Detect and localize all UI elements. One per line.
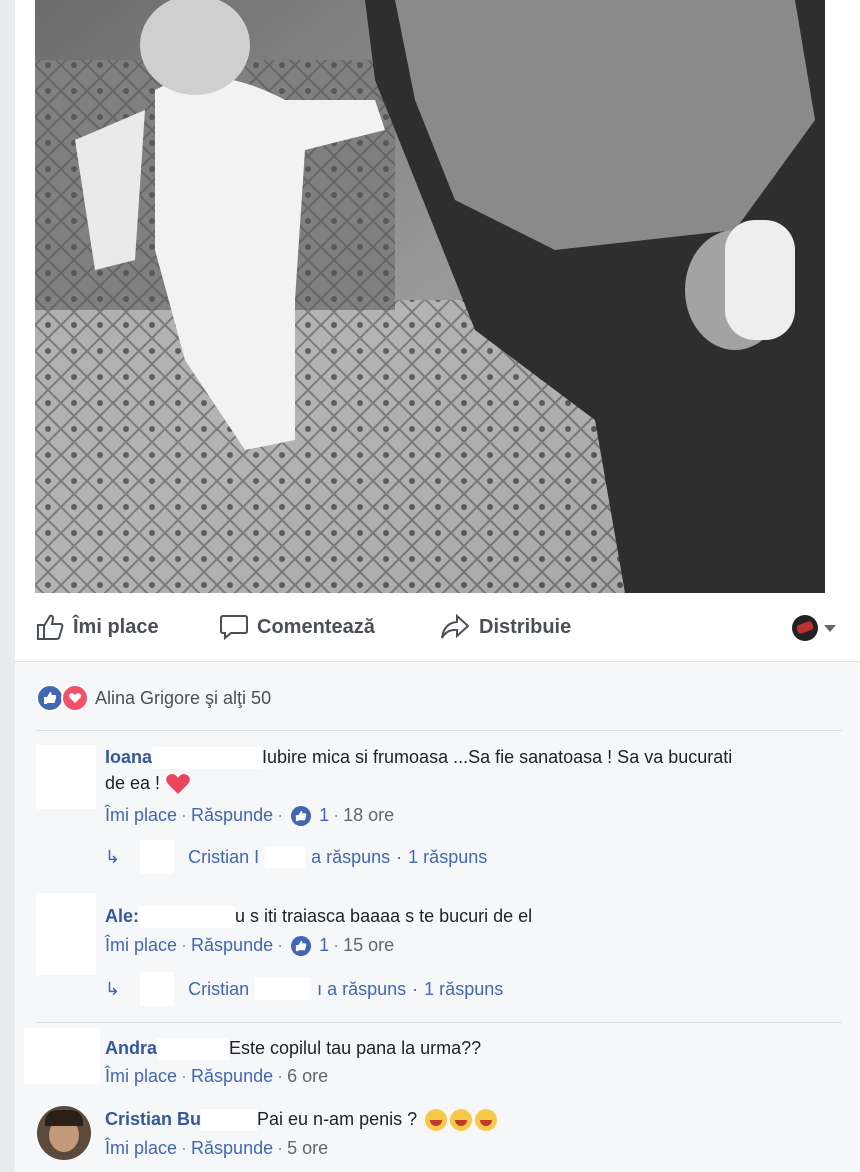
meta-separator: · — [277, 805, 284, 825]
grin-emoji-icon — [450, 1109, 473, 1132]
meta-separator: · — [277, 1066, 284, 1086]
comment-like-link[interactable]: Îmi place — [105, 935, 177, 956]
post-actions-bar: Îmi place Comentează Distribuie — [15, 593, 860, 661]
heart-emoji-icon — [166, 774, 190, 795]
commenter-name[interactable]: Ale: — [105, 906, 139, 926]
share-arrow-icon — [441, 613, 470, 639]
commenter-avatar[interactable] — [36, 745, 96, 809]
meta-separator: · — [181, 1066, 188, 1086]
redacted-block — [255, 978, 312, 1000]
comment-text: Este copilul tau pana la urma?? — [229, 1038, 482, 1058]
share-action-label: Distribuie — [479, 615, 572, 638]
reply-verb: ı a răspuns — [317, 978, 407, 999]
like-action-button[interactable]: Îmi place — [35, 613, 159, 641]
comment-action-label: Comentează — [257, 615, 375, 638]
meta-separator: · — [277, 935, 284, 955]
comment-like-count[interactable]: 1 — [319, 805, 329, 826]
comment-timestamp[interactable]: 15 ore — [343, 935, 394, 956]
meta-separator: · — [333, 935, 340, 955]
meta-separator: · — [396, 846, 403, 867]
reply-verb: a răspuns — [311, 846, 391, 867]
reply-count: 1 răspuns — [424, 978, 504, 999]
reply-avatar — [140, 840, 175, 874]
comment-reply-link[interactable]: Răspunde — [191, 805, 273, 826]
meta-separator: · — [181, 805, 188, 825]
comment-timestamp[interactable]: 5 ore — [287, 1138, 328, 1159]
reactions-summary[interactable]: Alina Grigore şi alţi 50 — [36, 684, 271, 712]
comment-text: Iubire mica si frumoasa ...Sa fie sanato… — [262, 747, 733, 767]
reply-author: Cristian — [188, 978, 250, 999]
reply-count: 1 răspuns — [408, 846, 488, 867]
chevron-down-icon — [824, 624, 836, 632]
grin-emoji-icon — [425, 1109, 448, 1132]
comment-timestamp[interactable]: 6 ore — [287, 1066, 328, 1087]
comment-like-link[interactable]: Îmi place — [105, 805, 177, 826]
comment-action-button[interactable]: Comentează — [219, 613, 375, 641]
commenter-name[interactable]: Cristian Bu — [105, 1109, 201, 1129]
redacted-block — [139, 906, 236, 929]
redacted-block — [201, 1109, 258, 1132]
meta-separator: · — [181, 935, 188, 955]
comment-timestamp[interactable]: 18 ore — [343, 805, 394, 826]
meta-separator: · — [333, 805, 340, 825]
post-as-selector[interactable] — [792, 615, 836, 641]
comment-meta: Îmi place · Răspunde · 1 · 15 ore — [105, 935, 394, 956]
comment-reply-link[interactable]: Răspunde — [191, 1138, 273, 1159]
page-avatar-icon — [792, 615, 818, 641]
reply-author: Cristian I — [188, 846, 260, 867]
like-reaction-icon — [36, 684, 64, 712]
redacted-block — [152, 747, 263, 770]
like-count-icon — [291, 935, 312, 956]
comment-text: Pai eu n-am penis ? — [257, 1109, 418, 1129]
share-action-button[interactable]: Distribuie — [439, 613, 571, 641]
reactions-summary-text: Alina Grigore şi alţi 50 — [95, 687, 272, 708]
wink-tongue-emoji-icon — [475, 1109, 498, 1132]
like-action-label: Îmi place — [73, 615, 159, 638]
reactions-divider — [36, 730, 842, 731]
commenter-avatar[interactable] — [36, 893, 96, 975]
comment-reply-link[interactable]: Răspunde — [191, 935, 273, 956]
comment-like-count[interactable]: 1 — [319, 935, 329, 956]
meta-separator: · — [277, 1138, 284, 1158]
comment-body: Ioana Iubire mica si frumoasa ...Sa fie s… — [105, 744, 825, 796]
comment-divider — [36, 1022, 842, 1023]
comment-like-link[interactable]: Îmi place — [105, 1066, 177, 1087]
comment-text-cont: de ea ! — [105, 773, 161, 793]
comment-text: u s iti traiasca baaaa s te bucuri de el — [235, 906, 533, 926]
comment-body: Ale: u s iti traiasca baaaa s te bucuri d… — [105, 903, 825, 929]
commenter-name[interactable]: Ioana — [105, 747, 152, 767]
meta-separator: · — [181, 1138, 188, 1158]
comment-body: Cristian Bu Pai eu n-am penis ? — [105, 1106, 825, 1132]
comment-bubble-icon — [220, 615, 248, 641]
view-replies-link[interactable]: ↳ Cristian I a răspuns · 1 răspuns — [105, 840, 487, 874]
comment-reply-link[interactable]: Răspunde — [191, 1066, 273, 1087]
comment-meta: Îmi place · Răspunde · 6 ore — [105, 1066, 328, 1087]
comment-meta: Îmi place · Răspunde · 1 · 18 ore — [105, 805, 394, 826]
commenter-avatar[interactable] — [37, 1106, 91, 1160]
thumbs-up-icon — [37, 614, 64, 640]
comment-body: Andra Este copilul tau pana la urma?? — [105, 1035, 825, 1061]
meta-separator: · — [412, 978, 419, 999]
like-count-icon — [291, 805, 312, 826]
view-replies-link[interactable]: ↳ Cristian ı a răspuns · 1 răspuns — [105, 972, 503, 1006]
redacted-block — [157, 1038, 230, 1061]
comment-like-link[interactable]: Îmi place — [105, 1138, 177, 1159]
post-photo[interactable] — [35, 0, 825, 593]
reply-avatar — [140, 972, 175, 1006]
love-reaction-icon — [61, 684, 89, 712]
commenter-name[interactable]: Andra — [105, 1038, 157, 1058]
redacted-block — [265, 846, 306, 868]
reply-arrow-icon: ↳ — [105, 846, 121, 867]
reply-arrow-icon: ↳ — [105, 978, 121, 999]
comment-meta: Îmi place · Răspunde · 5 ore — [105, 1138, 328, 1159]
commenter-avatar[interactable] — [24, 1028, 100, 1084]
